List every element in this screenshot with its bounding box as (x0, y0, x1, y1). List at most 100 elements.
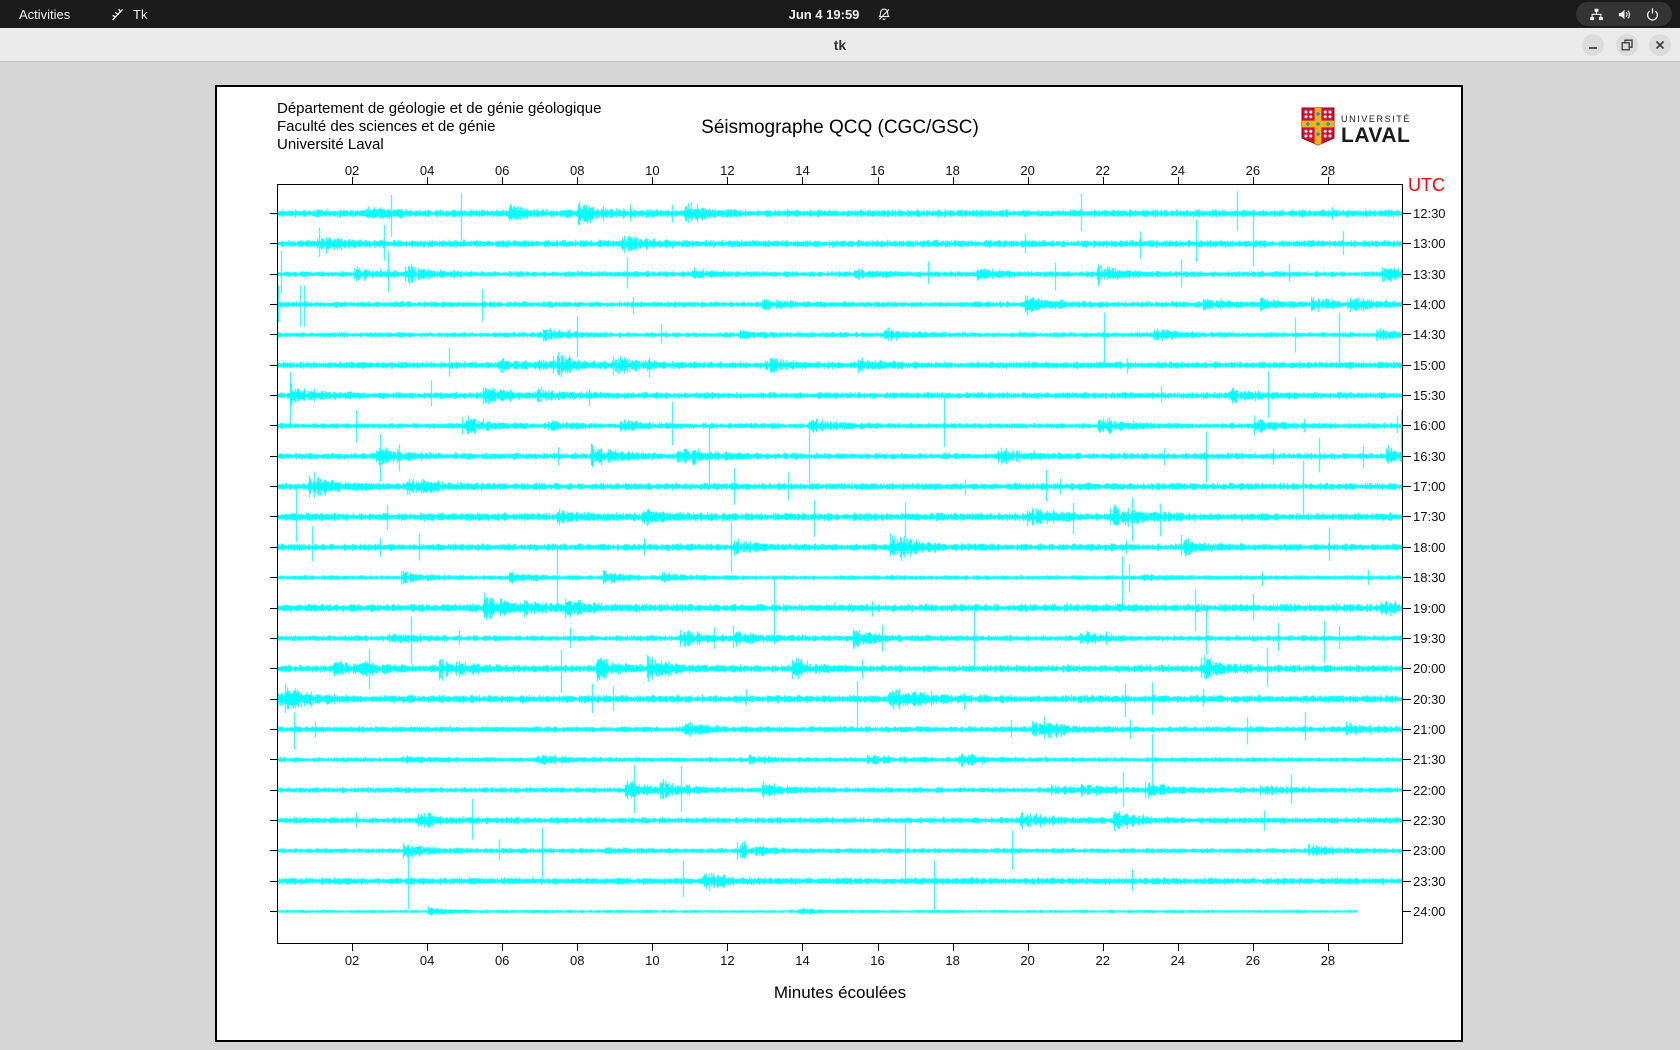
utc-time-label: 15:00 (1413, 357, 1446, 373)
x-tick-label-bottom: 12 (720, 953, 735, 968)
utc-time-label: 17:00 (1413, 479, 1446, 495)
x-tick-mark-bottom (1177, 944, 1179, 951)
laval-shield-icon (1300, 107, 1336, 152)
utc-time-label: 23:30 (1413, 873, 1446, 889)
trace-tick-left (270, 455, 277, 457)
x-tick-mark-bottom (502, 944, 504, 951)
laval-logo: UNIVERSITÉ LAVAL (1300, 107, 1411, 152)
utc-time-label: 19:30 (1413, 630, 1446, 646)
trace-tick-left (270, 819, 277, 821)
tk-app-indicator[interactable]: Tk (110, 0, 147, 28)
trace-tick-left (270, 395, 277, 397)
trace-tick-left (270, 850, 277, 852)
utc-time-label: 14:30 (1413, 327, 1446, 343)
x-tick-mark-bottom (352, 944, 354, 951)
x-tick-mark-top (1327, 177, 1329, 184)
window-title: tk (833, 36, 847, 53)
x-tick-mark-top (1252, 177, 1254, 184)
trace-tick-right (1403, 759, 1411, 761)
x-tick-label-bottom: 10 (645, 953, 660, 968)
x-tick-mark-bottom (652, 944, 654, 951)
x-tick-mark-top (352, 177, 354, 184)
x-tick-mark-top (1102, 177, 1104, 184)
x-tick-label-top: 14 (795, 163, 810, 178)
trace-tick-right (1403, 243, 1411, 245)
restore-icon (1621, 39, 1633, 51)
trace-tick-left (270, 607, 277, 609)
window-titlebar: tk (0, 28, 1680, 62)
x-tick-mark-top (652, 177, 654, 184)
x-tick-label-top: 18 (945, 163, 960, 178)
trace-tick-left (270, 637, 277, 639)
x-tick-mark-bottom (427, 944, 429, 951)
trace-tick-right (1403, 213, 1411, 214)
utc-time-label: 16:00 (1413, 418, 1446, 434)
volume-icon (1617, 7, 1632, 22)
x-tick-mark-top (427, 177, 429, 184)
x-tick-label-top: 26 (1245, 163, 1261, 178)
trace-tick-left (270, 546, 277, 548)
x-tick-mark-bottom (727, 944, 729, 951)
utc-time-label: 12:30 (1413, 206, 1446, 221)
trace-tick-right (1403, 334, 1411, 336)
x-tick-label-bottom: 18 (945, 953, 960, 968)
seismogram-trace-canvas (278, 185, 1402, 943)
trace-tick-left (270, 789, 277, 791)
x-tick-mark-top (952, 177, 954, 184)
x-tick-mark-bottom (877, 944, 879, 951)
trace-tick-right (1403, 395, 1411, 397)
trace-tick-right (1403, 577, 1411, 579)
clock[interactable]: Jun 4 19:59 (789, 0, 892, 28)
utc-time-label: 21:00 (1413, 721, 1446, 737)
tk-app-label: Tk (133, 6, 148, 22)
clock-text: Jun 4 19:59 (788, 6, 860, 22)
quick-settings-pill[interactable] (1576, 2, 1672, 26)
trace-tick-right (1403, 668, 1411, 670)
utc-time-label: 21:30 (1413, 752, 1446, 768)
utc-time-label: 22:30 (1413, 812, 1446, 828)
x-tick-mark-top (877, 177, 879, 184)
x-tick-label-bottom: 24 (1170, 953, 1186, 968)
utc-time-label: 19:00 (1413, 600, 1446, 616)
trace-tick-left (270, 425, 277, 427)
trace-tick-right (1403, 698, 1411, 700)
x-tick-label-bottom: 14 (795, 953, 810, 968)
trace-tick-right (1403, 911, 1411, 912)
minimize-button[interactable] (1582, 34, 1604, 56)
x-tick-label-top: 10 (645, 163, 660, 178)
activities-label: Activities (19, 6, 71, 22)
utc-time-label: 22:00 (1413, 782, 1446, 798)
activities-button[interactable]: Activities (0, 0, 89, 28)
trace-tick-right (1403, 304, 1411, 306)
trace-tick-right (1403, 486, 1411, 488)
x-tick-mark-top (577, 177, 579, 184)
maximize-button[interactable] (1616, 34, 1638, 56)
trace-tick-left (270, 759, 277, 761)
x-tick-label-top: 22 (1095, 163, 1110, 178)
network-wired-icon (1589, 7, 1604, 22)
x-tick-mark-top (502, 177, 504, 184)
trace-tick-left (270, 334, 277, 336)
trace-tick-right (1403, 728, 1411, 730)
x-tick-mark-top (1027, 177, 1029, 184)
trace-tick-right (1403, 364, 1411, 366)
close-button[interactable] (1649, 34, 1671, 56)
trace-tick-left (270, 273, 277, 275)
x-tick-label-top: 20 (1020, 163, 1035, 178)
close-icon (1655, 40, 1665, 50)
utc-time-label: 20:00 (1413, 661, 1446, 677)
x-tick-label-bottom: 26 (1245, 953, 1261, 968)
trace-tick-right (1403, 607, 1411, 609)
x-tick-mark-bottom (577, 944, 579, 951)
x-tick-label-top: 02 (344, 163, 360, 178)
x-tick-label-top: 06 (494, 163, 510, 178)
utc-time-label: 14:00 (1413, 297, 1446, 313)
trace-tick-left (270, 304, 277, 306)
x-tick-label-top: 24 (1170, 163, 1186, 178)
utc-time-label: 23:00 (1413, 843, 1446, 859)
trace-tick-left (270, 243, 277, 245)
trace-tick-left (270, 698, 277, 700)
x-tick-label-top: 04 (419, 163, 435, 178)
gnome-top-bar: Activities Tk Jun 4 19:59 (0, 0, 1680, 28)
tk-feather-icon (110, 7, 125, 22)
